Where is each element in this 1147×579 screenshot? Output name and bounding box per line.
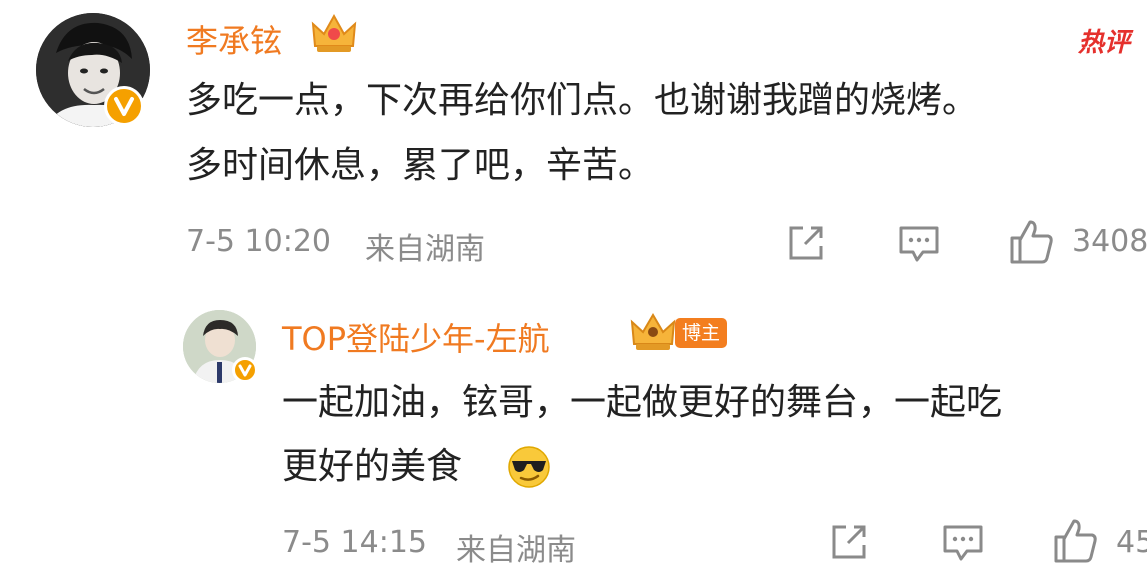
reply-text-line1: 一起加油，铉哥，一起做更好的舞台，一起吃 <box>282 382 1003 423</box>
like-thumb-icon[interactable] <box>1008 218 1056 270</box>
crown-badge-icon <box>311 12 357 58</box>
comment-time: 7-5 10:20 <box>186 224 331 259</box>
comment-text-line1: 多吃一点，下次再给你们点。也谢谢我蹭的烧烤。 <box>186 80 979 121</box>
like-count: 3408 <box>1072 224 1147 259</box>
blogger-badge: 博主 <box>675 318 728 348</box>
comment-icon[interactable] <box>941 521 985 567</box>
reply-text-line2: 更好的美食 <box>282 446 463 487</box>
share-icon[interactable] <box>785 222 827 268</box>
comment-location: 来自湖南 <box>365 232 485 267</box>
hot-comment-tag: 热评 <box>1078 28 1131 58</box>
verified-v-icon <box>232 357 258 383</box>
reply-time: 7-5 14:15 <box>282 525 427 560</box>
comment-text-line2: 多时间休息，累了吧，辛苦。 <box>186 145 655 186</box>
comment-icon[interactable] <box>897 222 941 268</box>
crown-badge-icon <box>630 312 676 356</box>
like-count: 45 <box>1116 525 1147 560</box>
like-thumb-icon[interactable] <box>1052 517 1100 569</box>
verified-v-icon <box>104 86 144 126</box>
sunglasses-emoji-icon <box>506 444 552 494</box>
comment-username[interactable]: 李承铉 <box>186 16 282 62</box>
reply-username[interactable]: TOP登陆少年-左航 <box>282 314 550 360</box>
share-icon[interactable] <box>828 521 870 567</box>
reply-location: 来自湖南 <box>456 533 576 568</box>
